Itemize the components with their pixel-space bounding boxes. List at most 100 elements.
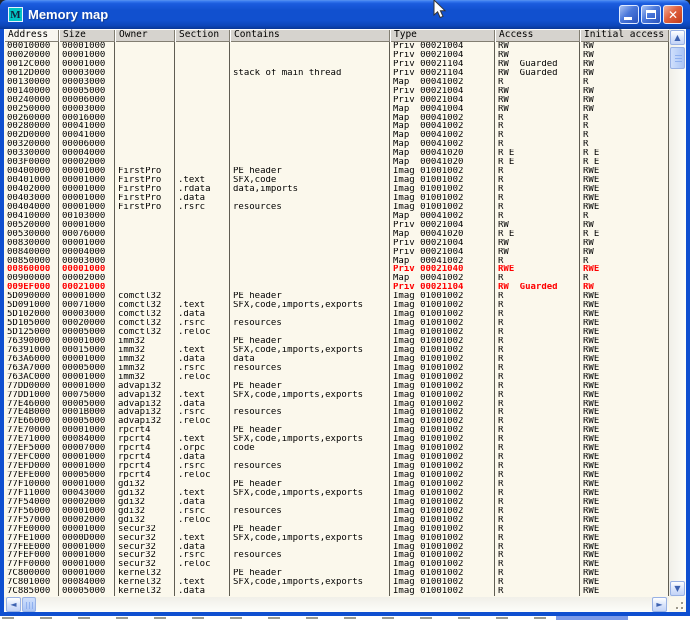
- resize-grip[interactable]: [669, 597, 686, 612]
- table-row[interactable]: 5D12500000005000comctl32.relocImag 01001…: [4, 328, 669, 337]
- table-row[interactable]: 0025000000003000Map 00041004RWRW: [4, 105, 669, 114]
- cell-owner: FirstPro: [115, 176, 175, 185]
- column-header-initial-access[interactable]: Initial access: [580, 29, 669, 42]
- title-bar[interactable]: M Memory map ✕: [0, 0, 690, 29]
- table-row[interactable]: 7C80100000084000kernel32.textSFX,code,im…: [4, 578, 669, 587]
- table-row[interactable]: 77FEF00000001000secur32.rsrcresourcesIma…: [4, 551, 669, 560]
- table-body[interactable]: 0001000000001000Priv 00021004RWRW0002000…: [4, 42, 669, 597]
- horizontal-scroll-thumb[interactable]: [22, 597, 36, 612]
- table-row[interactable]: 7639000000001000imm32PE headerImag 01001…: [4, 337, 669, 346]
- cell-initial-access: RWE: [580, 346, 669, 355]
- table-row[interactable]: 77EF500000007000rpcrt4.orpccodeImag 0100…: [4, 444, 669, 453]
- cell-address: 76390000: [4, 337, 59, 346]
- table-row[interactable]: 77F5400000002000gdi32.dataImag 01001002R…: [4, 498, 669, 507]
- table-row[interactable]: 77E7000000001000rpcrt4PE headerImag 0100…: [4, 426, 669, 435]
- horizontal-scrollbar[interactable]: ◄ ►: [4, 597, 669, 612]
- cell-owner: [115, 257, 175, 266]
- table-row[interactable]: 77FEE00000001000secur32.dataImag 0100100…: [4, 543, 669, 552]
- table-row[interactable]: 0012D00000003000stack of main threadPriv…: [4, 69, 669, 78]
- table-row[interactable]: 0001000000001000Priv 00021004RWRW: [4, 42, 669, 51]
- cell-type: Priv 00021004: [390, 87, 495, 96]
- scroll-left-button[interactable]: ◄: [6, 597, 21, 612]
- column-header-type[interactable]: Type: [390, 29, 495, 42]
- table-row[interactable]: 0040100000001000FirstPro.textSFX,codeIma…: [4, 176, 669, 185]
- column-header-section[interactable]: Section: [175, 29, 230, 42]
- cell-size: 00005000: [59, 417, 115, 426]
- table-row[interactable]: 0040000000001000FirstProPE headerImag 01…: [4, 167, 669, 176]
- table-row[interactable]: 002D000000041000Map 00041002RR: [4, 131, 669, 140]
- table-row[interactable]: 0040400000001000FirstPro.rsrcresourcesIm…: [4, 203, 669, 212]
- table-row[interactable]: 0014000000005000Priv 00021004RWRW: [4, 87, 669, 96]
- vertical-scroll-thumb[interactable]: [670, 47, 685, 69]
- column-header-address[interactable]: Address: [4, 29, 59, 42]
- table-row[interactable]: 0040300000001000FirstPro.dataImag 010010…: [4, 194, 669, 203]
- table-row[interactable]: 77FE10000000D000secur32.textSFX,code,imp…: [4, 534, 669, 543]
- cell-address: 00280000: [4, 122, 59, 131]
- table-row[interactable]: 77EFC00000001000rpcrt4.dataImag 01001002…: [4, 453, 669, 462]
- table-row[interactable]: 77E7100000084000rpcrt4.textSFX,code,impo…: [4, 435, 669, 444]
- table-row[interactable]: 77E4600000005000advapi32.dataImag 010010…: [4, 400, 669, 409]
- table-row[interactable]: 0090000000002000Map 00041002RR: [4, 274, 669, 283]
- table-row[interactable]: 77FF000000001000secur32.relocImag 010010…: [4, 560, 669, 569]
- column-header-owner[interactable]: Owner: [115, 29, 175, 42]
- table-row[interactable]: 7C80000000001000kernel32PE headerImag 01…: [4, 569, 669, 578]
- table-row[interactable]: 5D09100000071000comctl32.textSFX,code,im…: [4, 301, 669, 310]
- cell-address: 77F54000: [4, 498, 59, 507]
- table-row[interactable]: 0028000000041000Map 00041002RR: [4, 122, 669, 131]
- table-row[interactable]: 0041000000103000Map 00041002RR: [4, 212, 669, 221]
- table-row[interactable]: 77E6600000005000advapi32.relocImag 01001…: [4, 417, 669, 426]
- column-header-access[interactable]: Access: [495, 29, 580, 42]
- table-row[interactable]: 0052000000001000Priv 00021004RWRW: [4, 221, 669, 230]
- cell-address: 77FE1000: [4, 534, 59, 543]
- table-row[interactable]: 5D09000000001000comctl32PE headerImag 01…: [4, 292, 669, 301]
- table-row[interactable]: 763A600000001000imm32.datadataImag 01001…: [4, 355, 669, 364]
- table-row[interactable]: 77F5600000001000gdi32.rsrcresourcesImag …: [4, 507, 669, 516]
- table-row[interactable]: 0013000000003000Map 00041002RR: [4, 78, 669, 87]
- table-row[interactable]: 77EFE00000005000rpcrt4.relocImag 0100100…: [4, 471, 669, 480]
- table-row[interactable]: 009EF00000021000Priv 00021104RW GuardedR…: [4, 283, 669, 292]
- scroll-right-button[interactable]: ►: [652, 597, 667, 612]
- table-row[interactable]: 0024000000006000Priv 00021004RWRW: [4, 96, 669, 105]
- table-row[interactable]: 7C88500000005000kernel32.dataImag 010010…: [4, 587, 669, 596]
- table-row[interactable]: 7639100000015000imm32.textSFX,code,impor…: [4, 346, 669, 355]
- close-button[interactable]: ✕: [663, 5, 683, 24]
- scroll-down-button[interactable]: ▼: [670, 581, 685, 596]
- cell-address: 7C885000: [4, 587, 59, 596]
- table-row[interactable]: 003F000000002000Map 00041020R ER E: [4, 158, 669, 167]
- table-row[interactable]: 0053000000076000Map 00041020R ER E: [4, 230, 669, 239]
- table-row[interactable]: 0086000000001000Priv 00021040RWERWE: [4, 265, 669, 274]
- cell-initial-access: R E: [580, 149, 669, 158]
- minimize-button[interactable]: [619, 5, 639, 24]
- table-row[interactable]: 77DD100000075000advapi32.textSFX,code,im…: [4, 391, 669, 400]
- table-row[interactable]: 763AC00000001000imm32.relocImag 01001002…: [4, 373, 669, 382]
- table-row[interactable]: 0033000000004000Map 00041020R ER E: [4, 149, 669, 158]
- table-row[interactable]: 0032000000006000Map 00041002RR: [4, 140, 669, 149]
- scroll-up-button[interactable]: ▲: [670, 30, 685, 45]
- table-row[interactable]: 5D10200000003000comctl32.dataImag 010010…: [4, 310, 669, 319]
- table-row[interactable]: 77EFD00000001000rpcrt4.rsrcresourcesImag…: [4, 462, 669, 471]
- table-row[interactable]: 77E4B0000001B000advapi32.rsrcresourcesIm…: [4, 408, 669, 417]
- maximize-button[interactable]: [641, 5, 661, 24]
- cell-address: 002D0000: [4, 131, 59, 140]
- table-row[interactable]: 0085000000003000Map 00041002RR: [4, 257, 669, 266]
- table-row[interactable]: 0040200000001000FirstPro.rdatadata,impor…: [4, 185, 669, 194]
- column-header-size[interactable]: Size: [59, 29, 115, 42]
- cell-contains: [230, 194, 390, 203]
- table-row[interactable]: 0002000000001000Priv 00021004RWRW: [4, 51, 669, 60]
- table-row[interactable]: 77DD000000001000advapi32PE headerImag 01…: [4, 382, 669, 391]
- cell-type: Imag 01001002: [390, 462, 495, 471]
- table-row[interactable]: 0083000000001000Priv 00021004RWRW: [4, 239, 669, 248]
- table-row[interactable]: 0084000000004000Priv 00021004RWRW: [4, 248, 669, 257]
- table-row[interactable]: 77F5700000002000gdi32.relocImag 01001002…: [4, 516, 669, 525]
- column-header-contains[interactable]: Contains: [230, 29, 390, 42]
- table-row[interactable]: 77FE000000001000secur32PE headerImag 010…: [4, 525, 669, 534]
- table-row[interactable]: 763A700000005000imm32.rsrcresourcesImag …: [4, 364, 669, 373]
- table-row[interactable]: 77F1000000001000gdi32PE headerImag 01001…: [4, 480, 669, 489]
- table-row[interactable]: 5D10500000020000comctl32.rsrcresourcesIm…: [4, 319, 669, 328]
- cell-address: 77EFD000: [4, 462, 59, 471]
- table-row[interactable]: 77F1100000043000gdi32.textSFX,code,impor…: [4, 489, 669, 498]
- table-row[interactable]: 0026000000016000Map 00041002RR: [4, 114, 669, 123]
- cell-initial-access: R: [580, 274, 669, 283]
- vertical-scrollbar[interactable]: ▲ ▼: [669, 29, 686, 597]
- table-row[interactable]: 0012C00000001000Priv 00021104RW GuardedR…: [4, 60, 669, 69]
